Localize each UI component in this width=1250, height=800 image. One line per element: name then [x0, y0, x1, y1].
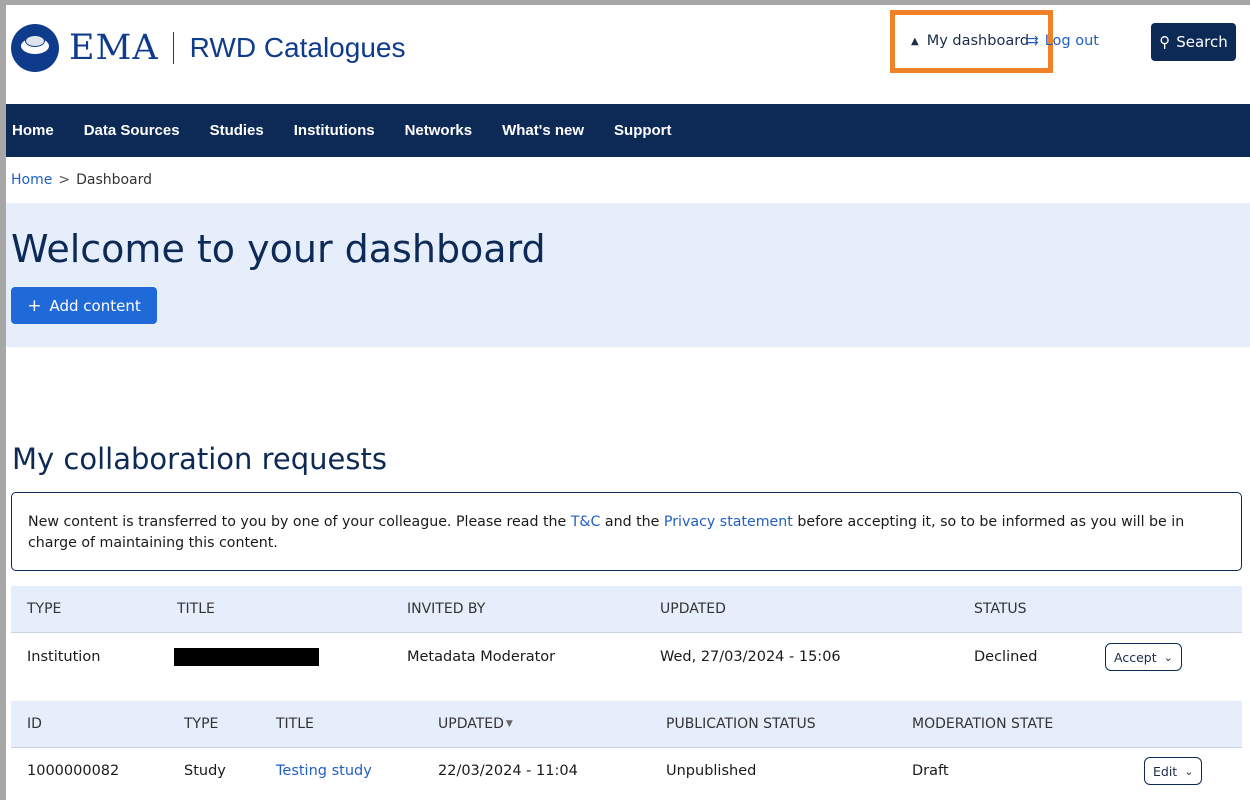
edit-dropdown-cell: Edit ⌄	[1144, 747, 1203, 795]
accept-label: Accept	[1114, 649, 1157, 665]
cell-title-redacted	[174, 633, 319, 681]
cell-status: Declined	[974, 649, 1038, 665]
redacted-block	[174, 648, 319, 666]
col-id: ID	[27, 716, 42, 732]
collaboration-notice: New content is transferred to you by one…	[11, 492, 1242, 571]
add-content-label: Add content	[49, 296, 141, 315]
cell-updated: 22/03/2024 - 11:04	[438, 763, 578, 779]
user-icon: ▲	[911, 35, 919, 47]
nav-item-studies[interactable]: Studies	[210, 122, 264, 139]
dashboard-hero: Welcome to your dashboard + Add content	[6, 203, 1250, 347]
collab-table-header: TYPE TITLE INVITED BY UPDATED STATUS	[11, 586, 1242, 632]
search-button[interactable]: ⚲ Search	[1151, 23, 1236, 61]
ema-logo[interactable]: EMA RWD Catalogues	[11, 23, 405, 73]
notice-text-2: and the	[600, 514, 664, 530]
cell-publication-status: Unpublished	[666, 763, 757, 779]
cell-id: 1000000082	[27, 763, 120, 779]
col-publication-status: PUBLICATION STATUS	[666, 716, 816, 732]
cell-moderation-state: Draft	[912, 763, 949, 779]
sort-desc-icon: ▼	[505, 719, 513, 729]
accept-dropdown-button[interactable]: Accept ⌄	[1105, 643, 1182, 671]
logo-text: EMA	[69, 28, 159, 68]
testing-study-link[interactable]: Testing study	[276, 747, 372, 795]
notice-text-1: New content is transferred to you by one…	[28, 514, 571, 530]
breadcrumb-separator: >	[58, 172, 71, 188]
site-header: EMA RWD Catalogues ▲ My dashboard ⇉ Log …	[6, 5, 1250, 104]
col-updated-label: UPDATED	[438, 716, 504, 732]
logout-label: Log out	[1044, 33, 1099, 49]
logout-link[interactable]: ⇉ Log out	[1027, 33, 1099, 49]
my-dashboard-label: My dashboard	[926, 33, 1030, 49]
edit-dropdown-button[interactable]: Edit ⌄	[1144, 757, 1203, 785]
nav-item-data-sources[interactable]: Data Sources	[84, 122, 180, 139]
nav-item-home[interactable]: Home	[12, 122, 54, 139]
terms-link[interactable]: T&C	[571, 514, 601, 530]
main-nav: Home Data Sources Studies Institutions N…	[6, 104, 1250, 157]
logout-icon: ⇉	[1027, 33, 1039, 49]
col-title: TITLE	[276, 716, 314, 732]
cell-updated: Wed, 27/03/2024 - 15:06	[660, 649, 841, 665]
search-label: Search	[1176, 33, 1228, 51]
nav-item-networks[interactable]: Networks	[405, 122, 473, 139]
privacy-statement-link[interactable]: Privacy statement	[664, 514, 793, 530]
col-invited-by: INVITED BY	[407, 601, 486, 617]
col-updated: UPDATED	[660, 601, 726, 617]
content-table-header: ID TYPE TITLE UPDATED ▼ PUBLICATION STAT…	[11, 701, 1242, 747]
col-title: TITLE	[177, 601, 215, 617]
col-type: TYPE	[184, 716, 219, 732]
chevron-down-icon: ⌄	[1184, 764, 1194, 778]
edit-label: Edit	[1153, 763, 1178, 779]
col-status: STATUS	[974, 601, 1027, 617]
logo-divider	[172, 32, 174, 64]
breadcrumb: Home > Dashboard	[11, 172, 152, 188]
collab-table-row: Institution Metadata Moderator Wed, 27/0…	[11, 633, 1242, 681]
plus-icon: +	[27, 295, 42, 316]
accept-dropdown-cell: Accept ⌄	[1105, 633, 1182, 681]
cell-type: Study	[184, 763, 226, 779]
cell-type: Institution	[27, 649, 101, 665]
col-updated-sortable[interactable]: UPDATED ▼	[438, 701, 513, 747]
my-dashboard-link[interactable]: ▲ My dashboard	[911, 33, 1029, 49]
col-type: TYPE	[27, 601, 62, 617]
page-title: Welcome to your dashboard	[11, 227, 546, 271]
site-name: RWD Catalogues	[189, 32, 406, 63]
ema-logo-icon	[11, 24, 59, 72]
breadcrumb-current: Dashboard	[76, 172, 153, 188]
collaboration-requests-title: My collaboration requests	[12, 442, 387, 476]
chevron-down-icon: ⌄	[1163, 650, 1173, 664]
nav-item-institutions[interactable]: Institutions	[294, 122, 375, 139]
browser-page: EMA RWD Catalogues ▲ My dashboard ⇉ Log …	[6, 5, 1250, 800]
nav-item-whats-new[interactable]: What's new	[502, 122, 584, 139]
add-content-button[interactable]: + Add content	[11, 287, 157, 324]
nav-item-support[interactable]: Support	[614, 122, 672, 139]
col-moderation-state: MODERATION STATE	[912, 716, 1054, 732]
content-table-row: 1000000082 Study Testing study 22/03/202…	[11, 747, 1242, 795]
breadcrumb-home-link[interactable]: Home	[11, 172, 52, 188]
search-icon: ⚲	[1159, 33, 1171, 51]
cell-invited-by: Metadata Moderator	[407, 649, 556, 665]
